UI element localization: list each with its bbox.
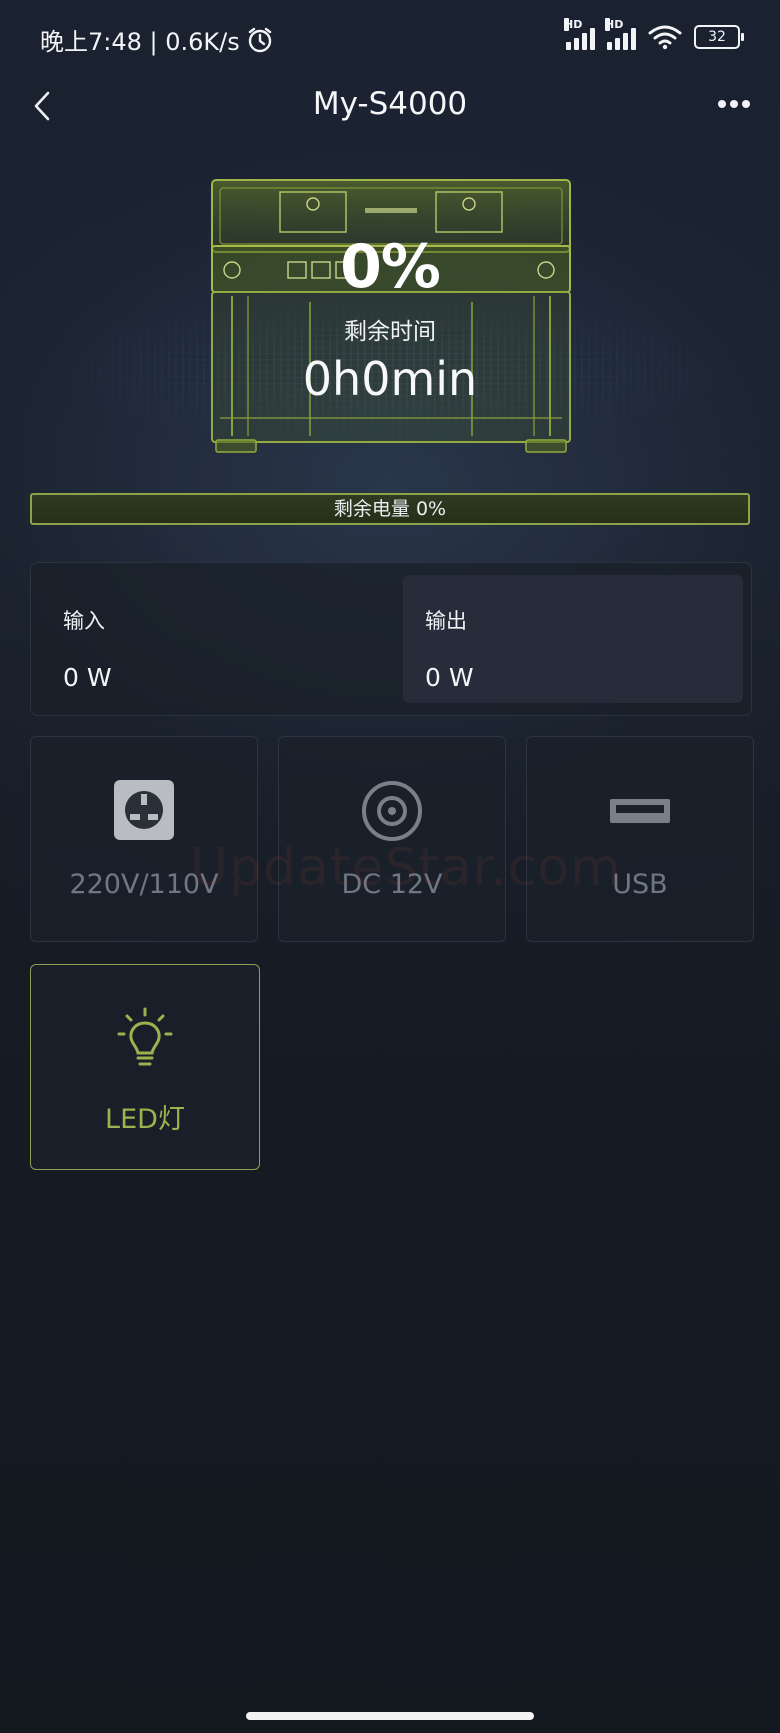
status-bar: 晚上7:48 | 0.6K/s HD HD 32 xyxy=(0,0,780,76)
app-screen: 晚上7:48 | 0.6K/s HD HD 32 My-S4000 0% 剩余时… xyxy=(0,0,780,1733)
led-light-toggle[interactable]: LED灯 xyxy=(30,964,260,1170)
watermark: UpdateStar.com xyxy=(190,838,622,898)
page-title: My-S4000 xyxy=(312,86,468,122)
wifi-icon xyxy=(648,25,682,50)
output-value: 0 W xyxy=(425,663,474,692)
signal-icon: HD xyxy=(564,18,595,50)
input-label: 输入 xyxy=(63,609,105,633)
usb-port-icon xyxy=(610,799,670,823)
status-time: 晚上7:48 | 0.6K/s xyxy=(40,28,240,56)
home-indicator[interactable] xyxy=(246,1712,534,1720)
light-bulb-icon xyxy=(117,1007,173,1066)
remaining-time-label: 剩余时间 xyxy=(344,319,436,345)
input-value: 0 W xyxy=(63,663,112,692)
ac-outlet-icon xyxy=(114,780,174,840)
power-io-card: 输入 0 W 输出 0 W xyxy=(30,562,752,716)
output-power-panel[interactable]: 输出 0 W xyxy=(403,575,743,703)
status-left: 晚上7:48 | 0.6K/s xyxy=(40,22,274,57)
battery-icon: 32 xyxy=(694,25,744,49)
more-options-icon[interactable] xyxy=(716,94,752,114)
signal-icon: HD xyxy=(605,18,636,50)
network-tag: HD xyxy=(605,18,624,31)
input-power-panel[interactable]: 输入 0 W xyxy=(41,575,381,703)
led-light-label: LED灯 xyxy=(105,1104,185,1135)
battery-percent: 0% xyxy=(340,232,441,302)
alarm-icon xyxy=(248,27,271,52)
remaining-charge-bar: 剩余电量 0% xyxy=(30,493,750,525)
remaining-charge-label: 剩余电量 0% xyxy=(333,498,447,520)
status-right: HD HD 32 xyxy=(564,18,744,50)
network-tag: HD xyxy=(564,18,583,31)
dc-port-icon xyxy=(362,781,422,841)
remaining-time-value: 0h0min xyxy=(302,352,478,406)
app-header: My-S4000 xyxy=(0,76,780,136)
battery-level: 32 xyxy=(708,29,726,45)
output-label: 输出 xyxy=(425,609,467,633)
